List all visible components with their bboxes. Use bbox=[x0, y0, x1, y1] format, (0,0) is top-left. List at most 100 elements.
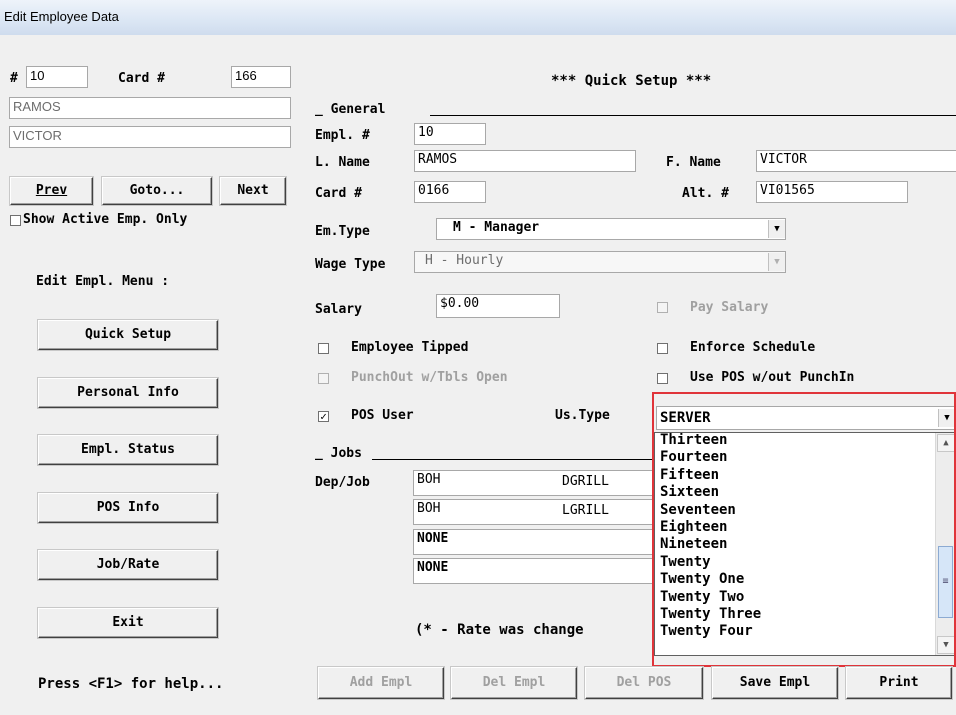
job-row[interactable]: NONE bbox=[413, 558, 656, 584]
next-button[interactable]: Next bbox=[220, 177, 286, 205]
wagetype-dropdown-arrow-icon: ▼ bbox=[768, 253, 785, 271]
empl-status-label: Empl. Status bbox=[81, 442, 175, 457]
del-pos-button[interactable]: Del POS bbox=[585, 667, 703, 699]
ustype-dropdown-arrow-icon[interactable]: ▼ bbox=[938, 409, 955, 427]
add-empl-label: Add Empl bbox=[349, 675, 413, 690]
job-code: LGRILL bbox=[562, 503, 609, 518]
use-pos-label: Use POS w/out PunchIn bbox=[690, 370, 855, 385]
job-row[interactable]: BOH LGRILL bbox=[413, 499, 656, 525]
dropdown-option[interactable]: Thirteen bbox=[655, 433, 936, 450]
emtype-dropdown-arrow-icon[interactable]: ▼ bbox=[768, 220, 785, 238]
rate-note: (* - Rate was change bbox=[415, 622, 584, 638]
dropdown-option[interactable]: Sixteen bbox=[655, 484, 936, 502]
emtype-select[interactable]: M - Manager ▼ bbox=[436, 218, 786, 240]
emtype-label: Em.Type bbox=[315, 224, 370, 239]
next-label: Next bbox=[237, 183, 269, 198]
general-section-label: _ General bbox=[315, 102, 386, 117]
prev-button[interactable]: Prev bbox=[10, 177, 93, 205]
help-text: Press <F1> for help... bbox=[38, 676, 224, 692]
fname-field[interactable]: VICTOR bbox=[756, 150, 956, 172]
dropdown-option[interactable]: Nineteen bbox=[655, 537, 936, 554]
empl-status-button[interactable]: Empl. Status bbox=[38, 435, 218, 465]
card-field[interactable]: 166 bbox=[231, 66, 291, 88]
salary-label: Salary bbox=[315, 302, 362, 317]
prev-label: Prev bbox=[35, 183, 68, 198]
job-row[interactable]: BOH DGRILL bbox=[413, 470, 656, 496]
del-empl-label: Del Empl bbox=[482, 675, 546, 690]
fname-label: F. Name bbox=[666, 155, 721, 170]
num-label: # bbox=[10, 71, 18, 86]
enforce-schedule-checkbox[interactable] bbox=[657, 343, 668, 354]
employee-tipped-label: Employee Tipped bbox=[351, 340, 469, 355]
employee-tipped-checkbox[interactable] bbox=[318, 343, 329, 354]
goto-label: Goto... bbox=[129, 183, 185, 198]
quick-setup-button[interactable]: Quick Setup bbox=[38, 320, 218, 350]
show-active-label: Show Active Emp. Only bbox=[23, 212, 188, 227]
show-active-checkbox[interactable] bbox=[10, 215, 21, 226]
del-pos-label: Del POS bbox=[616, 675, 672, 690]
dropdown-scrollbar[interactable]: ▲ ≡ ▼ bbox=[935, 433, 955, 655]
ustype-label: Us.Type bbox=[555, 408, 610, 423]
personal-info-button[interactable]: Personal Info bbox=[38, 378, 218, 408]
empl-no-field[interactable]: 10 bbox=[414, 123, 486, 145]
ustype-value: SERVER bbox=[660, 410, 711, 426]
dropdown-option[interactable]: Seventeen bbox=[655, 502, 936, 520]
pos-info-button[interactable]: POS Info bbox=[38, 493, 218, 523]
save-empl-button[interactable]: Save Empl bbox=[712, 667, 838, 699]
ustype-dropdown-list[interactable]: Thirteen Fourteen Fifteen Sixteen Seventeen E… bbox=[654, 432, 956, 656]
scroll-down-icon[interactable]: ▼ bbox=[937, 636, 955, 654]
depjob-label: Dep/Job bbox=[315, 475, 370, 490]
dropdown-option[interactable]: Fourteen bbox=[655, 450, 936, 467]
empl-no-label: Empl. # bbox=[315, 128, 370, 143]
general-divider bbox=[430, 115, 956, 116]
job-dep: NONE bbox=[417, 531, 449, 546]
card-no-field[interactable]: 0166 bbox=[414, 181, 486, 203]
num-field[interactable]: 10 bbox=[26, 66, 88, 88]
quick-setup-label: Quick Setup bbox=[84, 327, 172, 342]
dropdown-option[interactable]: Twenty Two bbox=[655, 589, 936, 607]
personal-info-label: Personal Info bbox=[77, 385, 179, 400]
dropdown-option[interactable]: Twenty bbox=[655, 554, 936, 572]
job-rate-label: Job/Rate bbox=[96, 557, 160, 572]
lname-field[interactable]: RAMOS bbox=[414, 150, 636, 172]
dropdown-option[interactable]: Twenty Three bbox=[655, 606, 936, 624]
pos-user-checkbox[interactable]: ✓ bbox=[318, 411, 329, 422]
dropdown-option[interactable]: Twenty Four bbox=[655, 624, 936, 641]
punchout-checkbox bbox=[318, 373, 329, 384]
job-row[interactable]: NONE bbox=[413, 529, 656, 555]
del-empl-button[interactable]: Del Empl bbox=[451, 667, 577, 699]
emtype-value: M - Manager bbox=[453, 220, 540, 235]
job-rate-button[interactable]: Job/Rate bbox=[38, 550, 218, 580]
scroll-thumb[interactable]: ≡ bbox=[938, 546, 953, 618]
pay-salary-label: Pay Salary bbox=[690, 300, 769, 315]
job-dep: BOH bbox=[417, 472, 441, 487]
pay-salary-checkbox bbox=[657, 302, 668, 313]
dropdown-option[interactable]: Fifteen bbox=[655, 467, 936, 485]
ustype-select[interactable]: SERVER ▼ bbox=[656, 406, 956, 430]
first-name-display: VICTOR bbox=[9, 126, 291, 148]
dropdown-option[interactable]: Twenty One bbox=[655, 571, 936, 589]
wagetype-label: Wage Type bbox=[315, 257, 386, 272]
card-no-label: Card # bbox=[315, 186, 362, 201]
salary-field[interactable]: $0.00 bbox=[436, 294, 560, 318]
add-empl-button[interactable]: Add Empl bbox=[318, 667, 444, 699]
save-empl-label: Save Empl bbox=[739, 675, 811, 690]
goto-button[interactable]: Goto... bbox=[102, 177, 212, 205]
dropdown-option[interactable]: Eighteen bbox=[655, 519, 936, 537]
print-label: Print bbox=[879, 675, 919, 690]
exit-button[interactable]: Exit bbox=[38, 608, 218, 638]
window-title: Edit Employee Data bbox=[4, 9, 119, 24]
scroll-up-icon[interactable]: ▲ bbox=[937, 434, 955, 452]
pos-info-label: POS Info bbox=[96, 500, 160, 515]
punchout-label: PunchOut w/Tbls Open bbox=[351, 370, 508, 385]
alt-no-field[interactable]: VI01565 bbox=[756, 181, 908, 203]
jobs-section-label: _ Jobs bbox=[315, 446, 362, 461]
use-pos-checkbox[interactable] bbox=[657, 373, 668, 384]
wagetype-select: H - Hourly ▼ bbox=[414, 251, 786, 273]
page-title: *** Quick Setup *** bbox=[551, 73, 712, 89]
card-label: Card # bbox=[118, 71, 165, 86]
print-button[interactable]: Print bbox=[846, 667, 952, 699]
job-dep: BOH bbox=[417, 501, 441, 516]
lname-label: L. Name bbox=[315, 155, 370, 170]
pos-user-label: POS User bbox=[351, 408, 414, 423]
